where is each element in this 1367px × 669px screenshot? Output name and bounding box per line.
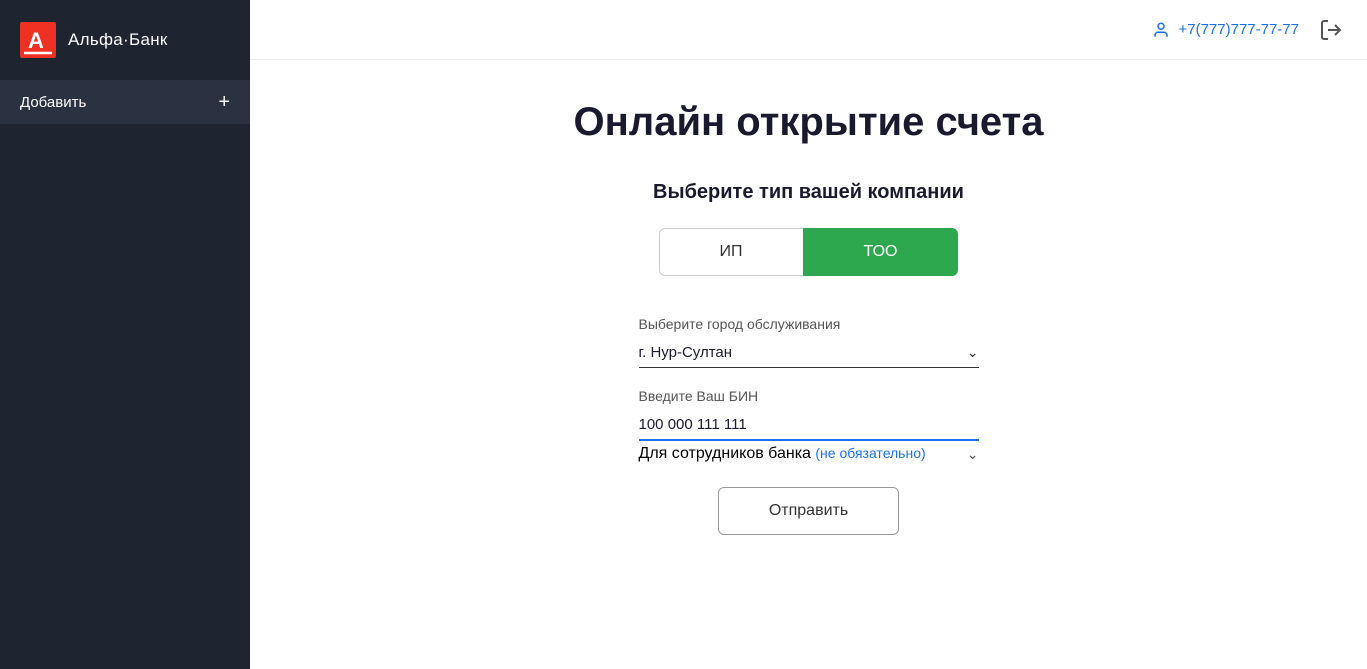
logout-icon [1319, 18, 1343, 42]
phone-number: +7(777)777-77-77 [1178, 21, 1299, 38]
employee-chevron-icon: ⌄ [967, 446, 979, 463]
page-title: Онлайн открытие счета [574, 100, 1044, 145]
form-fields: Выберите город обслуживания г. Нур-Султа… [639, 316, 979, 441]
form-container: Онлайн открытие счета Выберите тип вашей… [359, 60, 1259, 575]
city-field-group: Выберите город обслуживания г. Нур-Султа… [639, 316, 979, 368]
employee-label-text: Для сотрудников банка [639, 445, 811, 462]
company-type-too-button[interactable]: ТОО [803, 228, 959, 276]
user-icon [1152, 21, 1170, 39]
employee-label: Для сотрудников банка (не обязательно) [639, 445, 926, 463]
city-label: Выберите город обслуживания [639, 316, 979, 332]
company-type-ip-button[interactable]: ИП [659, 228, 803, 276]
employee-optional-text: (не обязательно) [815, 445, 925, 461]
add-label: Добавить [20, 94, 86, 111]
bin-input[interactable] [639, 410, 979, 441]
add-icon: + [218, 92, 230, 112]
bin-label: Введите Ваш БИН [639, 388, 979, 404]
phone-link[interactable]: +7(777)777-77-77 [1152, 21, 1299, 39]
sidebar: А Альфа·Банк Добавить + [0, 0, 250, 669]
sidebar-logo: А Альфа·Банк [0, 0, 250, 80]
section-subtitle: Выберите тип вашей компании [653, 181, 964, 204]
main-content: Онлайн открытие счета Выберите тип вашей… [250, 0, 1367, 669]
bank-name: Альфа·Банк [68, 30, 168, 50]
employee-section[interactable]: Для сотрудников банка (не обязательно) ⌄ [639, 441, 979, 467]
city-value: г. Нур-Султан [639, 344, 733, 361]
company-type-selector: ИП ТОО [659, 228, 959, 276]
add-account-button[interactable]: Добавить + [0, 80, 250, 124]
chevron-down-icon: ⌄ [967, 344, 979, 361]
alfa-logo-icon: А [20, 22, 56, 58]
svg-text:А: А [28, 28, 44, 53]
city-select[interactable]: г. Нур-Султан ⌄ [639, 338, 979, 368]
submit-button[interactable]: Отправить [718, 487, 899, 535]
header: +7(777)777-77-77 [250, 0, 1367, 60]
bin-field-group: Введите Ваш БИН [639, 388, 979, 441]
logout-button[interactable] [1319, 18, 1343, 42]
